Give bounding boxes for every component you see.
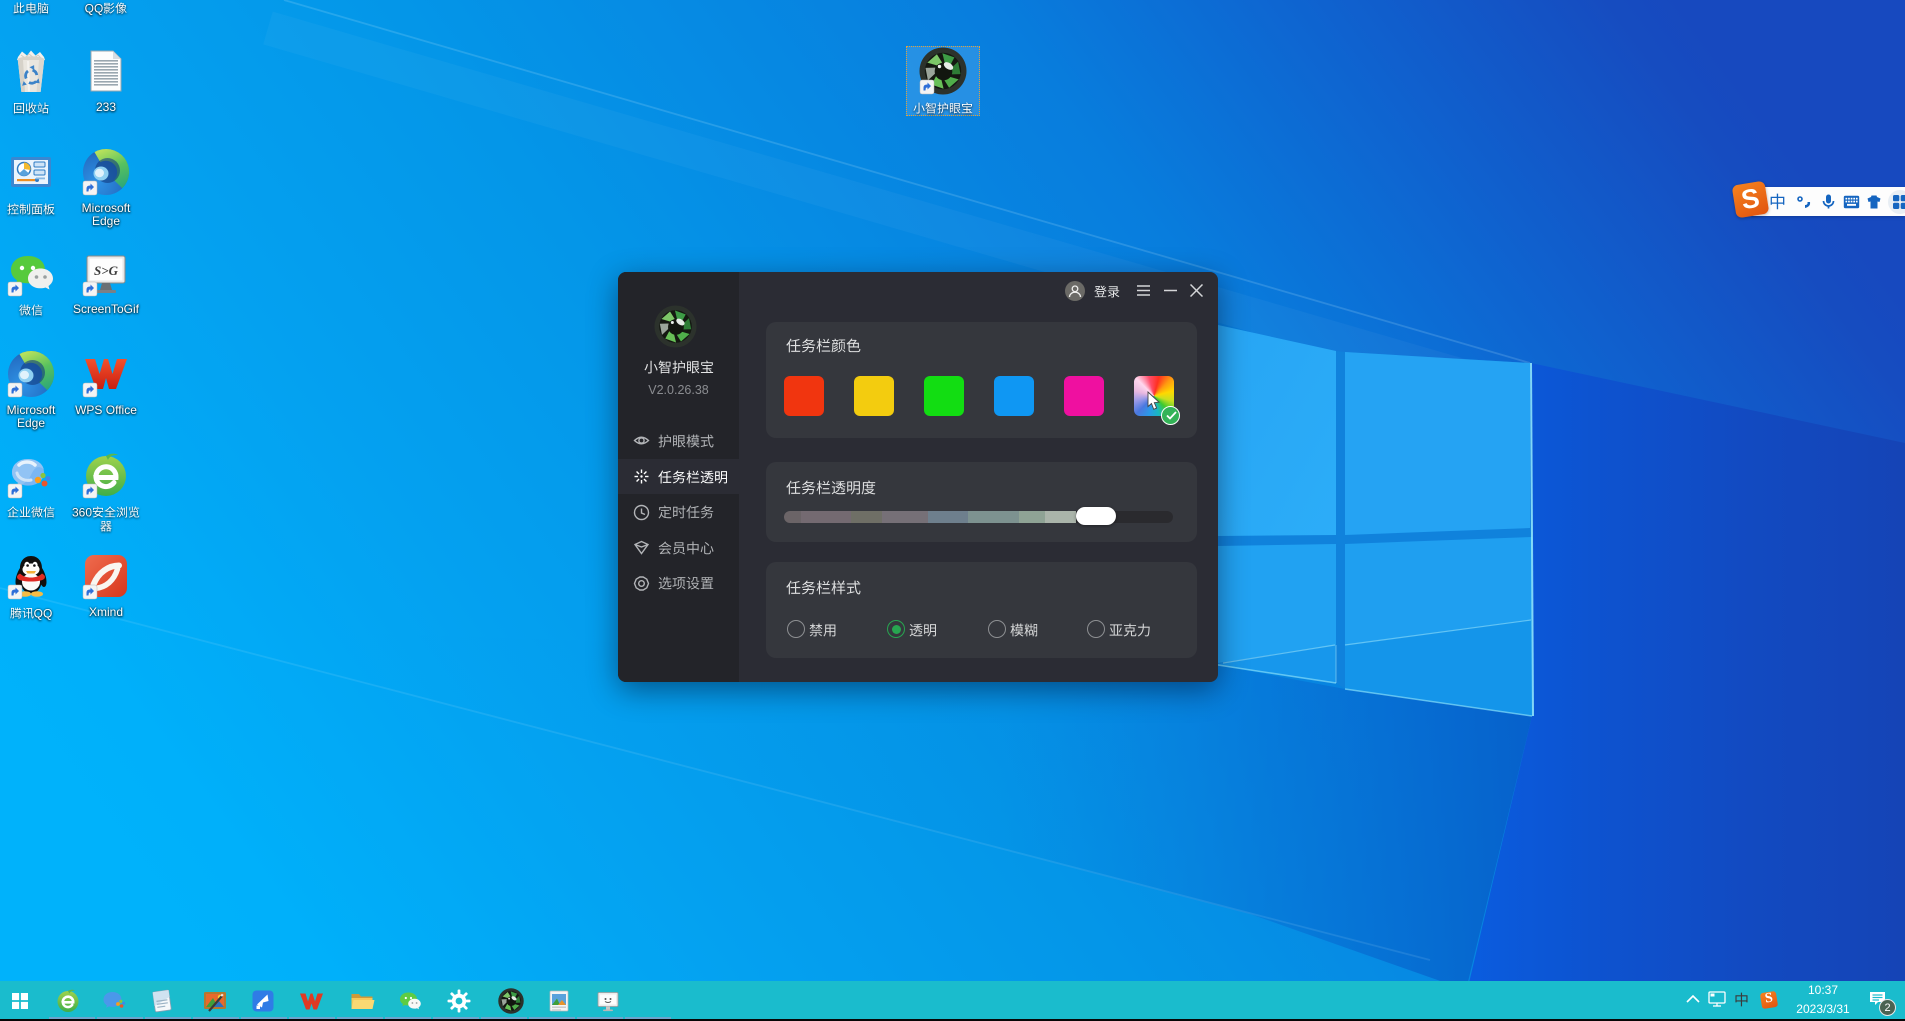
svg-text:S>G: S>G (94, 263, 119, 278)
